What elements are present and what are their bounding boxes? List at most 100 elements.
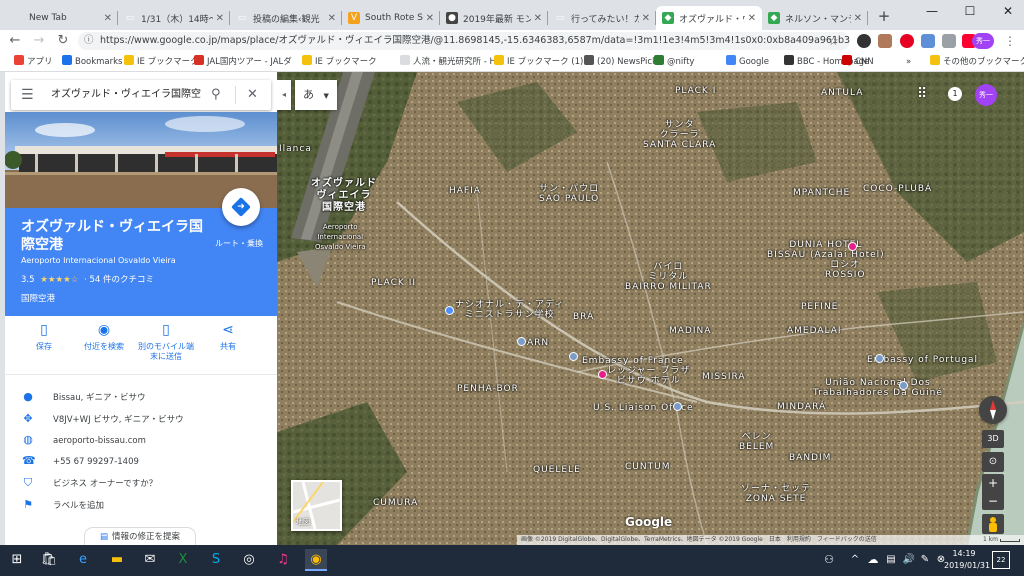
extension-translate-icon[interactable] xyxy=(878,34,892,48)
map-label[interactable]: HAFIA xyxy=(449,186,481,196)
bookmark-item[interactable]: IE ブックマーク xyxy=(302,55,377,69)
map-label[interactable]: MADINA xyxy=(669,326,711,336)
extension-window-icon[interactable] xyxy=(921,34,935,48)
tab-close-icon[interactable]: ✕ xyxy=(328,13,336,24)
tab-close-icon[interactable]: ✕ xyxy=(216,13,224,24)
map-label[interactable]: MISSIRA xyxy=(702,372,746,382)
tab-close-icon[interactable]: ✕ xyxy=(854,13,862,24)
bookmark-item[interactable]: » xyxy=(906,55,911,69)
bookmark-item[interactable]: Google xyxy=(726,55,769,69)
forward-icon[interactable]: → xyxy=(30,32,48,50)
skype-icon[interactable]: S xyxy=(205,549,227,571)
embassy-portugal-pin[interactable] xyxy=(875,354,884,363)
language-input-button[interactable]: あ ▼ xyxy=(295,80,337,110)
place-category[interactable]: 国際空港 xyxy=(21,292,55,304)
map-label[interactable]: ロシオ ROSSIO xyxy=(825,260,866,280)
extension-dark-mode-icon[interactable] xyxy=(857,34,871,48)
satellite-map[interactable]: PLACK I ANTULA サンタ クラーラ SANTA CLARA オズヴァルド … xyxy=(277,72,1024,545)
map-label[interactable]: ナシオナル・デ・アディ ミニストラサン学校 xyxy=(455,300,564,320)
map-label[interactable]: MINDARÁ xyxy=(777,402,826,412)
clear-search-icon[interactable]: ✕ xyxy=(247,86,258,104)
info-row[interactable]: ⛉ ビジネス オーナーですか？ xyxy=(22,474,157,492)
map-label[interactable]: サン・パウロ SAO PAULO xyxy=(539,184,599,204)
bookmark-star-icon[interactable]: ☆ xyxy=(828,32,839,50)
pegman-icon[interactable] xyxy=(982,514,1004,534)
search-icon[interactable]: ⚲ xyxy=(211,86,221,104)
info-row[interactable]: ☎ +55 67 99297-1409 xyxy=(22,452,139,470)
map-label[interactable]: BANDIM xyxy=(789,453,831,463)
notifications-badge[interactable]: 1 xyxy=(948,87,962,101)
map-label[interactable]: CUNTUM xyxy=(625,462,670,472)
map-label[interactable]: QUELELE xyxy=(533,465,581,475)
chrome-icon[interactable]: ◉ xyxy=(305,549,327,571)
reload-icon[interactable]: ↻ xyxy=(54,32,72,50)
zoom-out-button[interactable]: − xyxy=(982,492,1004,510)
tab-close-icon[interactable]: ✕ xyxy=(642,13,650,24)
hotel-pin[interactable] xyxy=(598,370,607,379)
map-label[interactable]: ベレン BELEM xyxy=(739,432,774,452)
map-label[interactable]: PEFINE xyxy=(801,302,838,312)
action-center-icon[interactable]: 22 xyxy=(992,551,1010,569)
zoom-in-button[interactable]: + xyxy=(982,474,1004,492)
itunes-icon[interactable]: ♫ xyxy=(272,549,294,571)
new-tab-button[interactable]: + xyxy=(875,7,893,25)
clock[interactable]: 14:19 2019/01/31 xyxy=(944,548,990,572)
info-row[interactable]: ⚑ ラベルを追加 xyxy=(22,496,104,514)
tab-close-icon[interactable]: ✕ xyxy=(748,13,756,24)
store-icon[interactable]: 🛍 xyxy=(38,549,60,571)
map-label[interactable]: PENHA-BOR xyxy=(457,384,519,394)
collapse-panel-button[interactable]: ◂ xyxy=(277,80,291,110)
edge-icon[interactable]: e xyxy=(72,549,94,571)
tab-1[interactable]: ▭ 1/31（木）14時～ ✕ xyxy=(118,6,230,30)
tab-0[interactable]: New Tab ✕ xyxy=(6,6,118,30)
file-explorer-icon[interactable]: ▬ xyxy=(106,549,128,571)
map-label[interactable]: バイロ ミリタル BAIRRO MILITAR xyxy=(625,262,712,292)
airport-pin[interactable] xyxy=(445,306,454,315)
my-location-icon[interactable]: ⊙ xyxy=(982,452,1004,472)
map-label[interactable]: COCO-PLUBÁ xyxy=(863,184,932,194)
maximize-icon[interactable]: ☐ xyxy=(951,0,989,22)
bookmark-item[interactable]: 人流・観光研究所 - H xyxy=(400,55,496,69)
tab-2[interactable]: ▭ 投稿の編集‹観光 ✕ xyxy=(230,6,342,30)
extension-grid-icon[interactable] xyxy=(942,34,956,48)
minimize-icon[interactable]: — xyxy=(913,0,951,22)
bookmark-item[interactable]: Bookmarks xyxy=(62,55,123,69)
bookmark-item[interactable]: IE ブックマーク xyxy=(124,55,199,69)
info-row[interactable]: ● Bissau, ギニア・ビサウ xyxy=(22,388,145,406)
info-row[interactable]: ◍ aeroporto-bissau.com xyxy=(22,431,146,449)
menu-icon[interactable]: ⋮ xyxy=(1004,32,1016,50)
map-label[interactable]: PLACK II xyxy=(371,278,416,288)
map-label[interactable]: Embassy of France xyxy=(582,356,684,366)
directions-label[interactable]: ルート・乗換 xyxy=(215,238,263,249)
union-pin[interactable] xyxy=(899,381,908,390)
account-avatar[interactable]: 秀一 xyxy=(975,84,997,106)
tab-close-icon[interactable]: ✕ xyxy=(104,13,112,24)
tab-close-icon[interactable]: ✕ xyxy=(534,13,542,24)
compass-icon[interactable] xyxy=(979,396,1007,424)
profile-avatar[interactable]: 秀一 xyxy=(972,33,994,49)
media-icon[interactable]: ◎ xyxy=(238,549,260,571)
hamburger-menu-icon[interactable]: ☰ xyxy=(21,86,34,104)
attribution-text[interactable]: 画像 ©2019 DigitalGlobe、DigitalGlobe、Terra… xyxy=(521,536,877,543)
windows-start-icon[interactable]: ⊞ xyxy=(6,549,28,571)
review-count-link[interactable]: · 54 件のクチコミ xyxy=(84,275,154,285)
map-label[interactable]: BRÁ xyxy=(573,312,594,322)
tab-5[interactable]: ▭ 行ってみたい！カー✕ xyxy=(548,6,656,30)
excel-icon[interactable]: X xyxy=(172,549,194,571)
map-label[interactable]: MPANTCHE xyxy=(793,188,850,198)
map-label[interactable]: ARN xyxy=(527,338,549,348)
bookmark-item[interactable]: CNN xyxy=(842,55,874,69)
info-row[interactable]: ✥ V8JV+WJ ビサウ, ギニア・ビサウ xyxy=(22,410,183,428)
share-button[interactable]: ⋖ 共有 xyxy=(200,322,256,352)
map-label[interactable]: Ilanca xyxy=(279,144,312,154)
search-input[interactable]: オズヴァルド・ヴィエイラ国際空 xyxy=(51,88,201,102)
tab-close-icon[interactable]: ✕ xyxy=(426,13,434,24)
map-label[interactable]: AMEDALAI xyxy=(787,326,842,336)
bookmark-item[interactable]: JAL国内ツアー - JALダ xyxy=(194,55,292,69)
bookmark-item[interactable]: (20) NewsPicks xyxy=(584,55,661,69)
map-label[interactable]: PLACK I xyxy=(675,86,716,96)
scale-label[interactable]: 1 km xyxy=(983,535,998,545)
back-icon[interactable]: ← xyxy=(6,32,24,50)
tab-4[interactable]: ● 2019年最新 モンロ✕ xyxy=(440,6,548,30)
address-bar[interactable]: ⓘ https://www.google.co.jp/maps/place/オズ… xyxy=(78,32,850,50)
